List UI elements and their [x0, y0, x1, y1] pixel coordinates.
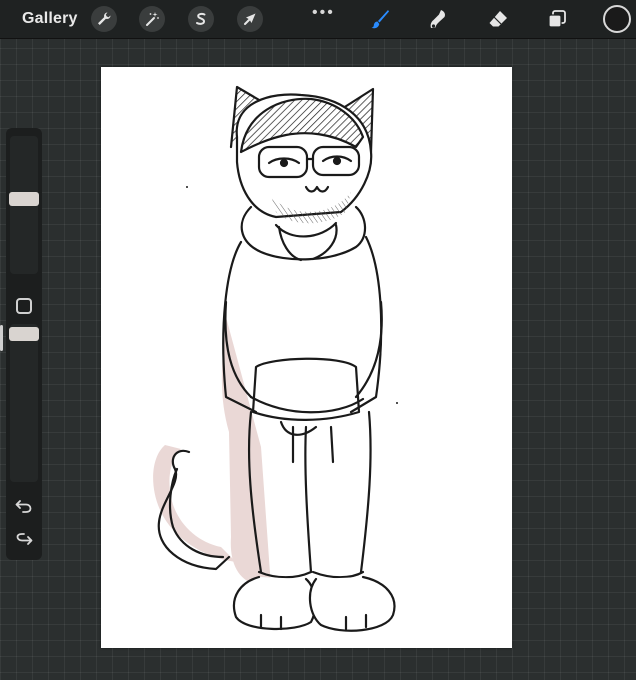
transform-button[interactable]	[237, 6, 263, 32]
arrow-cursor-icon	[244, 13, 256, 25]
sidebar-drag-handle[interactable]	[0, 325, 3, 351]
magic-wand-icon	[146, 12, 159, 26]
wrench-icon	[98, 12, 111, 25]
drawing-canvas[interactable]	[101, 67, 512, 648]
undo-icon[interactable]	[14, 496, 34, 516]
brush-size-thumb[interactable]	[9, 192, 39, 206]
modify-button[interactable]	[16, 298, 32, 314]
gallery-button[interactable]: Gallery	[22, 10, 78, 28]
cat-character-artwork	[153, 85, 398, 632]
actions-button[interactable]	[91, 6, 117, 32]
eraser-tool[interactable]	[484, 6, 512, 32]
smudge-tool[interactable]	[424, 6, 452, 32]
layers-icon	[548, 10, 566, 28]
left-sidebar	[6, 128, 42, 560]
brush-opacity-slider[interactable]	[9, 324, 39, 482]
color-picker-button[interactable]	[603, 5, 631, 33]
brush-icon	[371, 10, 389, 29]
selection-button[interactable]	[188, 6, 214, 32]
brush-tool[interactable]	[366, 6, 394, 32]
top-toolbar: Gallery •••	[0, 0, 636, 39]
layers-tool[interactable]	[543, 6, 571, 32]
brush-size-slider[interactable]	[9, 136, 39, 274]
adjustments-button[interactable]	[139, 6, 165, 32]
smudge-icon	[430, 10, 446, 28]
brush-opacity-thumb[interactable]	[9, 327, 39, 341]
redo-icon[interactable]	[14, 530, 34, 550]
selection-s-icon	[196, 12, 206, 25]
eraser-icon	[489, 11, 507, 27]
more-options-button[interactable]: •••	[312, 4, 335, 22]
